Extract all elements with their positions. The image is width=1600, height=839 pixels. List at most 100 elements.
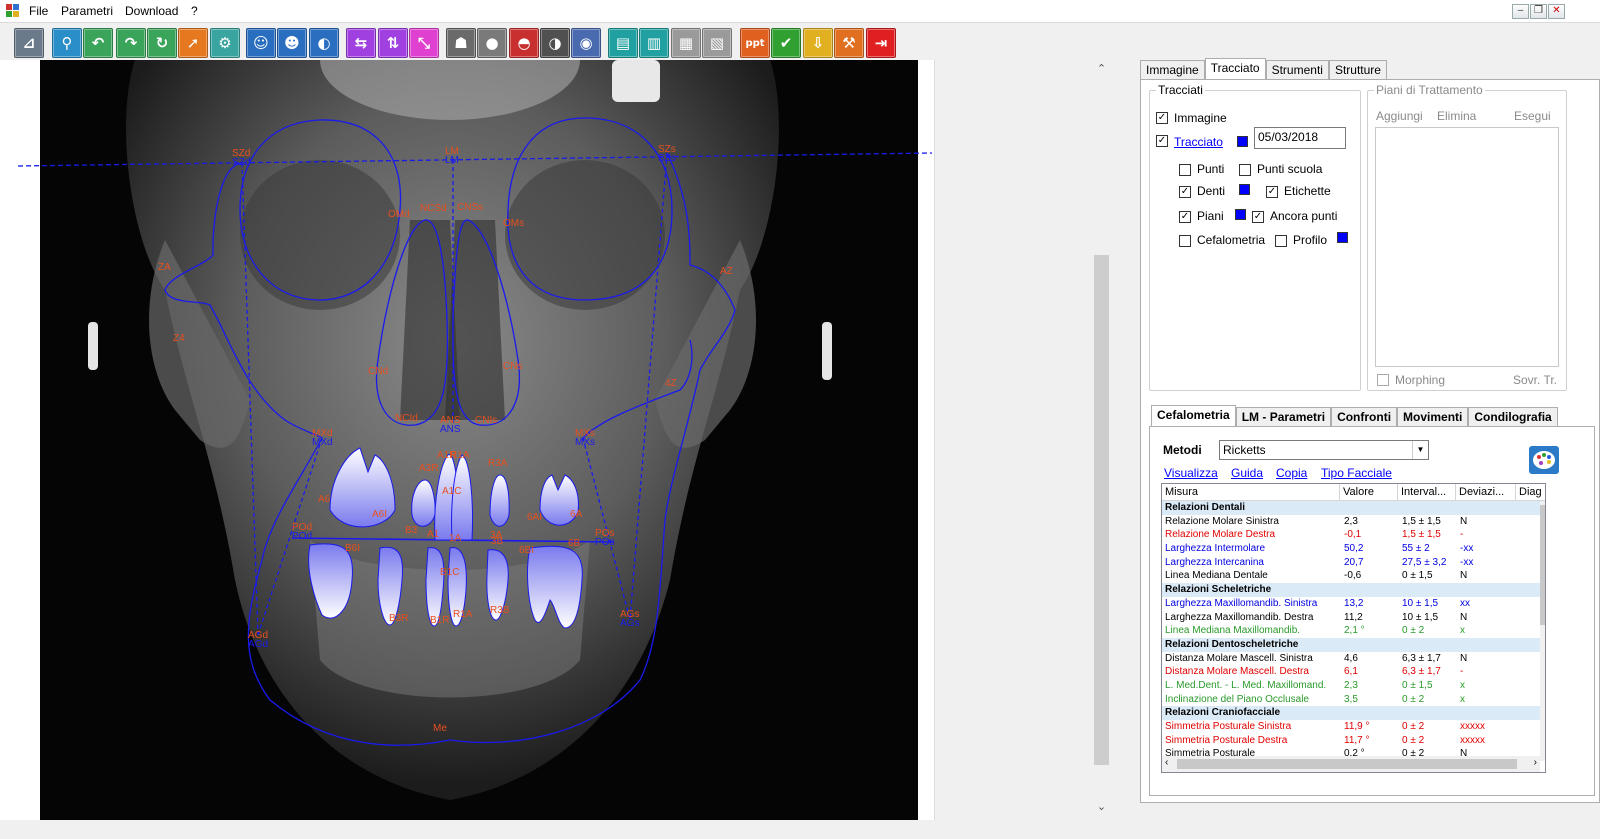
landmark-label[interactable]: R3A	[488, 458, 508, 469]
punti-checkbox[interactable]	[1179, 164, 1191, 176]
xray-canvas[interactable]: SZdSZdLMLMSZsSZsOMdNCSd CNSsOMsZA AZZ44ZCN…	[0, 60, 935, 820]
landmark-label[interactable]: AZ	[720, 266, 733, 277]
landmark-label[interactable]: A6I	[372, 509, 387, 520]
landmark-label[interactable]: A1C	[442, 486, 461, 497]
landmark-label[interactable]: OMd	[388, 209, 410, 220]
grid-header-intervallo[interactable]: Interval...	[1398, 484, 1456, 501]
grid-row[interactable]: Larghezza Maxillomandib. Destra 11,2 10 ± …	[1162, 611, 1540, 625]
grid-row[interactable]: Linea Mediana Maxillomandib. 2,1 ° 0 ± 2 x	[1162, 624, 1540, 638]
tab-immagine[interactable]: Immagine	[1140, 60, 1205, 80]
grid-row[interactable]: L. Med.Dent. - L. Med. Maxillomand. 2,3 0 …	[1162, 679, 1540, 693]
scroll-right-arrow-icon[interactable]: ›	[1534, 757, 1537, 768]
landmark-label[interactable]: B6I	[345, 543, 360, 554]
exit-button[interactable]: ⇥	[866, 28, 896, 58]
palette-button[interactable]	[1529, 446, 1559, 474]
guida-link[interactable]: Guida	[1231, 466, 1263, 480]
piani-trattamento-list[interactable]	[1375, 127, 1559, 367]
grid-header-deviazione[interactable]: Deviazi...	[1456, 484, 1516, 501]
landmark-label-secondary[interactable]: AGd	[248, 639, 268, 650]
landmark-label[interactable]: 6A	[570, 509, 583, 520]
grid-row[interactable]: Larghezza Maxillomandib. Sinistra 13,2 10 …	[1162, 597, 1540, 611]
morphing-checkbox[interactable]	[1377, 374, 1389, 386]
landmark-label[interactable]: 6AI	[527, 512, 542, 523]
grid-header-misura[interactable]: Misura	[1162, 484, 1340, 501]
resize-button[interactable]: ⤡	[409, 28, 439, 58]
landmark-label-secondary[interactable]: POs	[595, 537, 614, 548]
profile-button[interactable]: ◐	[309, 28, 339, 58]
landmark-label[interactable]: B3R	[389, 613, 408, 624]
grid-row[interactable]: Larghezza Intermolare 50,2 55 ± 2 -xx	[1162, 542, 1540, 556]
landmark-label[interactable]: 6B	[568, 538, 581, 549]
flip-horizontal-button[interactable]: ⇆	[346, 28, 376, 58]
profilo-checkbox[interactable]	[1275, 235, 1287, 247]
grid-vertical-scrollbar[interactable]	[1540, 501, 1545, 761]
landmark-label-secondary[interactable]: LM	[445, 155, 459, 166]
punti-scuola-checkbox[interactable]	[1239, 164, 1251, 176]
tab-strutture[interactable]: Strutture	[1328, 60, 1387, 80]
immagine-checkbox[interactable]: ✓	[1156, 112, 1168, 124]
eye-button[interactable]: ◉	[571, 28, 601, 58]
landmark-label[interactable]: B3	[405, 525, 418, 536]
close-button[interactable]: ✕	[1548, 4, 1565, 19]
menu-download[interactable]: Download	[125, 4, 178, 18]
tab-condilografia[interactable]: Condilografia	[1468, 407, 1558, 427]
landmark-label-secondary[interactable]: MXs	[575, 437, 595, 448]
tab-cefalometria[interactable]: Cefalometria	[1151, 405, 1236, 427]
grid-row[interactable]: Relazione Molare Destra -0,1 1,5 ± 1,5 -	[1162, 528, 1540, 542]
grid-hscroll-thumb[interactable]	[1177, 759, 1517, 769]
powerpoint-export-button[interactable]: ppt	[740, 28, 770, 58]
visualizza-link[interactable]: Visualizza	[1164, 466, 1218, 480]
ruler-tool-button[interactable]: ⊿	[14, 28, 44, 58]
chevron-down-icon[interactable]: ▼	[1412, 441, 1428, 459]
scroll-down-arrow-icon[interactable]: ⌄	[1093, 800, 1110, 813]
piani-checkbox[interactable]: ✓	[1179, 211, 1191, 223]
landmark-label[interactable]: 6BI	[519, 545, 534, 556]
print-multiple-button[interactable]: ▧	[702, 28, 732, 58]
piani-color-swatch[interactable]	[1235, 209, 1246, 220]
etichette-checkbox[interactable]: ✓	[1266, 186, 1278, 198]
grid-vscroll-thumb[interactable]	[1540, 505, 1545, 625]
tab-movimenti[interactable]: Movimenti	[1397, 407, 1469, 427]
landmark-label[interactable]: 1A	[449, 533, 462, 544]
patient-button[interactable]: ☺	[246, 28, 276, 58]
tab-confronti[interactable]: Confronti	[1331, 407, 1398, 427]
download-button[interactable]: ⇩	[803, 28, 833, 58]
landmark-label-secondary[interactable]: SZs	[658, 153, 676, 164]
landmark-label-secondary[interactable]: ANS	[440, 424, 461, 435]
image-viewport[interactable]: SZd SZd LM LM SZs SZs OMd NCSd CNSs OMs ZA AZ Z4 4Z CN…	[0, 60, 935, 820]
print-preview-button[interactable]: ▥	[639, 28, 669, 58]
denti-checkbox[interactable]: ✓	[1179, 186, 1191, 198]
landmark-label[interactable]: NCSd	[420, 203, 447, 214]
restore-button[interactable]: ❐	[1530, 4, 1547, 19]
tools-export-button[interactable]: ⚒	[834, 28, 864, 58]
landmark-label[interactable]: ZA	[158, 262, 171, 273]
grid-row[interactable]: Distanza Molare Mascell. Destra 6,1 6,3 ± …	[1162, 665, 1540, 679]
rotate-point-button[interactable]: ↻	[147, 28, 177, 58]
profilo-color-swatch[interactable]	[1337, 232, 1348, 243]
denti-color-swatch[interactable]	[1239, 184, 1250, 195]
patient-search-button[interactable]: ☻	[277, 28, 307, 58]
landmark-label[interactable]: B1R	[430, 615, 449, 626]
copia-link[interactable]: Copia	[1276, 466, 1307, 480]
aggiungi-button[interactable]: Aggiungi	[1376, 109, 1423, 123]
light-button[interactable]: ●	[477, 28, 507, 58]
grid-row[interactable]: Larghezza Intercanina 20,7 27,5 ± 3,2 -xx	[1162, 556, 1540, 570]
landmark-label[interactable]: R1A	[453, 609, 473, 620]
face-contrast-button[interactable]: ◑	[540, 28, 570, 58]
move-point-button[interactable]: ➚	[178, 28, 208, 58]
tipo-facciale-link[interactable]: Tipo Facciale	[1321, 466, 1392, 480]
magnifier-point-button[interactable]: ⚲	[52, 28, 82, 58]
grid-row[interactable]: Simmetria Posturale Sinistra 11,9 ° 0 ± 2 x…	[1162, 720, 1540, 734]
menu-parametri[interactable]: Parametri	[61, 4, 113, 18]
tab-strumenti[interactable]: Strumenti	[1265, 60, 1329, 80]
flip-vertical-button[interactable]: ⇅	[378, 28, 408, 58]
landmark-label[interactable]: B1C	[440, 567, 459, 578]
landmark-label[interactable]: OMs	[503, 218, 524, 229]
landmark-label[interactable]: A1	[427, 529, 440, 540]
grid-section-row[interactable]: Relazioni Dentoscheletriche	[1162, 637, 1540, 652]
grid-section-row[interactable]: Relazioni Dentali	[1162, 501, 1540, 515]
confirm-button[interactable]: ✔	[771, 28, 801, 58]
scroll-left-arrow-icon[interactable]: ‹	[1165, 757, 1168, 768]
menu-file[interactable]: File	[29, 4, 48, 18]
scroll-up-arrow-icon[interactable]: ⌃	[1093, 62, 1110, 75]
